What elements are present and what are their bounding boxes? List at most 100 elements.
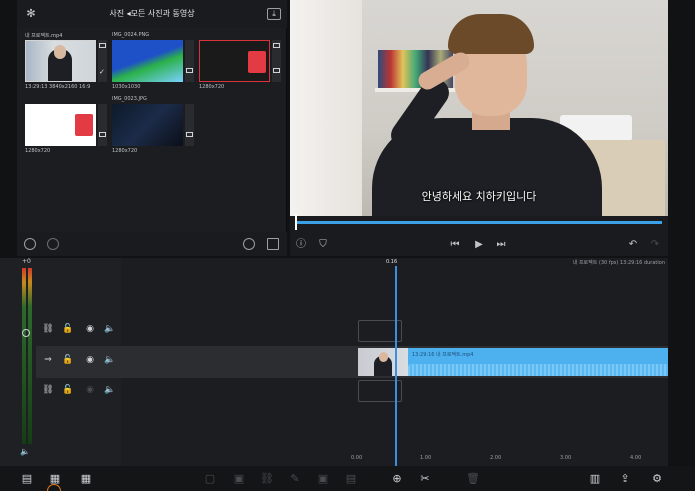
thumb-logo: [248, 51, 266, 73]
album-title[interactable]: 사진 ◂모든 사진과 동영상: [17, 8, 287, 19]
bottom-toolbar: ▤ ▦ ▦ ▢ ▣ ⛓ ✎ ▣ ▤ ⊕ ✂ 🗑 ▥ ⇪ ⚙: [0, 466, 695, 491]
clip-label: 13:29:16 내 프로젝트.mp4: [412, 352, 474, 358]
media-item-meta: 13:29:13 3840x2160 16:9: [25, 84, 91, 90]
redo-icon[interactable]: ↷: [648, 238, 662, 252]
media-item-side-panel: [98, 104, 107, 146]
media-item-side-panel: [185, 104, 194, 146]
media-thumbnail[interactable]: [112, 104, 183, 146]
checkmark-icon: ✓: [99, 68, 105, 76]
media-thumbnail[interactable]: [112, 40, 183, 82]
media-item-side-panel: [185, 40, 194, 82]
info-icon[interactable]: ⓘ: [294, 238, 308, 252]
eye-icon[interactable]: ◉: [84, 324, 96, 334]
arrow-link-icon[interactable]: ⇒: [42, 355, 54, 365]
subtitle-text: 안녕하세요 치하키입니다: [421, 190, 537, 203]
import-icon[interactable]: ⤓: [267, 8, 281, 20]
pen-icon[interactable]: ✎: [288, 472, 302, 486]
timeline-info: 내 프로젝트 (30 fps) 13:29:16 duration: [572, 260, 665, 266]
image-icon[interactable]: [186, 68, 193, 73]
image-icon[interactable]: [186, 132, 193, 137]
clip-thumb-face: [379, 352, 388, 362]
select-check-icon[interactable]: [24, 238, 36, 250]
eye-icon[interactable]: ◉: [84, 355, 96, 365]
ruler-tick: 2.00: [490, 455, 502, 461]
scissors-icon[interactable]: ✂: [418, 472, 432, 486]
playhead-time: 0.16: [386, 259, 398, 265]
settings-gear-icon[interactable]: ⚙: [650, 472, 664, 486]
window-bg: [290, 0, 362, 216]
media-item-meta: 1030x1030: [112, 84, 141, 90]
scrubber-knob[interactable]: [295, 214, 297, 230]
image-icon[interactable]: [273, 43, 280, 48]
audio-icon[interactable]: 🔈: [104, 385, 116, 395]
speaker-icon[interactable]: 🔈: [20, 447, 30, 456]
image-icon[interactable]: [99, 132, 106, 137]
track-controls-main: ⇒ 🔓 ◉ 🔈: [40, 348, 120, 376]
media-thumbnail[interactable]: [199, 40, 270, 82]
media-item-meta: 1280x720: [25, 148, 51, 154]
thumb-face: [54, 45, 66, 59]
link-icon[interactable]: ⛓: [42, 324, 54, 334]
skip-forward-icon[interactable]: ⏭: [494, 238, 508, 252]
meter-left: [22, 268, 26, 444]
link-tool-icon[interactable]: ⛓: [260, 472, 274, 486]
waveform-bars: [408, 364, 668, 376]
trash-icon[interactable]: 🗑: [466, 472, 480, 486]
browser-footer: [17, 232, 287, 256]
add-icon[interactable]: ⊕: [390, 472, 404, 486]
media-thumbnail[interactable]: [25, 40, 96, 82]
record-indicator: [47, 484, 61, 491]
frame-icon[interactable]: ▢: [203, 472, 217, 486]
ruler-tick: 4.00: [630, 455, 642, 461]
lock-icon[interactable]: 🔓: [62, 355, 74, 365]
timeline: +0 🔈 ⛓ 🔓 ◉ 🔈 ⇒ 🔓 ◉ 🔈 ⛓ 🔓 ◉ 🔈 13:29:16 내 …: [0, 258, 668, 466]
media-item-meta: 1280x720: [112, 148, 138, 154]
overlay-icon[interactable]: ▣: [316, 472, 330, 486]
video-clip[interactable]: 13:29:16 내 프로젝트.mp4: [358, 348, 668, 376]
master-volume-knob[interactable]: [22, 329, 30, 337]
ruler-tick: 3.00: [560, 455, 572, 461]
projects-icon[interactable]: ▤: [20, 472, 34, 486]
playhead[interactable]: [395, 266, 397, 466]
media-item-name: IMG_0024.PNG: [112, 32, 150, 38]
preview-panel: 안녕하세요 치하키입니다 ⓘ ⛉ ⏮ ▶ ⏭ ↶ ↷: [290, 0, 668, 256]
lock-icon[interactable]: 🔓: [62, 385, 74, 395]
grid-view-icon[interactable]: [267, 238, 279, 250]
ruler-tick: 1.00: [420, 455, 432, 461]
media-thumbnail[interactable]: [25, 104, 96, 146]
skip-back-icon[interactable]: ⏮: [448, 238, 462, 252]
preview-scrubber[interactable]: [296, 221, 662, 224]
image-icon[interactable]: [273, 68, 280, 73]
media-item-meta: 1280x720: [199, 84, 225, 90]
media-item-side-panel: ✓: [98, 40, 107, 82]
ruler-tick: 0.00: [351, 455, 363, 461]
audio-icon[interactable]: 🔈: [104, 355, 116, 365]
clip-thumbnail: [358, 348, 408, 376]
browser-header: ✻ 사진 ◂모든 사진과 동영상 ⤓: [17, 0, 287, 28]
link-icon[interactable]: ⛓: [42, 385, 54, 395]
video-editor-app: ✻ 사진 ◂모든 사진과 동영상 ⤓ 내 프로젝트.mp4 ✓ 13:29:13…: [0, 0, 695, 491]
share-icon[interactable]: ⇪: [618, 472, 632, 486]
layout-icon[interactable]: ▥: [588, 472, 602, 486]
track-controls-audio: ⛓ 🔓 ◉ 🔈: [40, 378, 120, 406]
transition-icon[interactable]: ▣: [232, 472, 246, 486]
track-controls-top: ⛓ 🔓 ◉ 🔈: [40, 317, 120, 345]
play-icon[interactable]: ▶: [472, 238, 486, 252]
lock-icon[interactable]: 🔓: [62, 324, 74, 334]
clip-waveform: [408, 360, 668, 376]
marker-icon[interactable]: ⛉: [316, 238, 330, 252]
eye-icon[interactable]: ◉: [84, 385, 96, 395]
search-icon[interactable]: [243, 238, 255, 250]
media-item-name: IMG_0023.JPG: [112, 96, 147, 102]
text-tool-icon[interactable]: ▤: [344, 472, 358, 486]
record-icon[interactable]: [47, 238, 59, 250]
video-preview[interactable]: 안녕하세요 치하키입니다: [290, 0, 668, 216]
layout-grid-icon[interactable]: ▦: [79, 472, 93, 486]
person-hair: [448, 14, 534, 54]
audio-icon[interactable]: 🔈: [104, 324, 116, 334]
media-item-name: 내 프로젝트.mp4: [25, 33, 63, 39]
meter-right: [28, 268, 32, 444]
image-icon[interactable]: [99, 43, 106, 48]
thumb-logo: [75, 114, 93, 136]
undo-icon[interactable]: ↶: [626, 238, 640, 252]
